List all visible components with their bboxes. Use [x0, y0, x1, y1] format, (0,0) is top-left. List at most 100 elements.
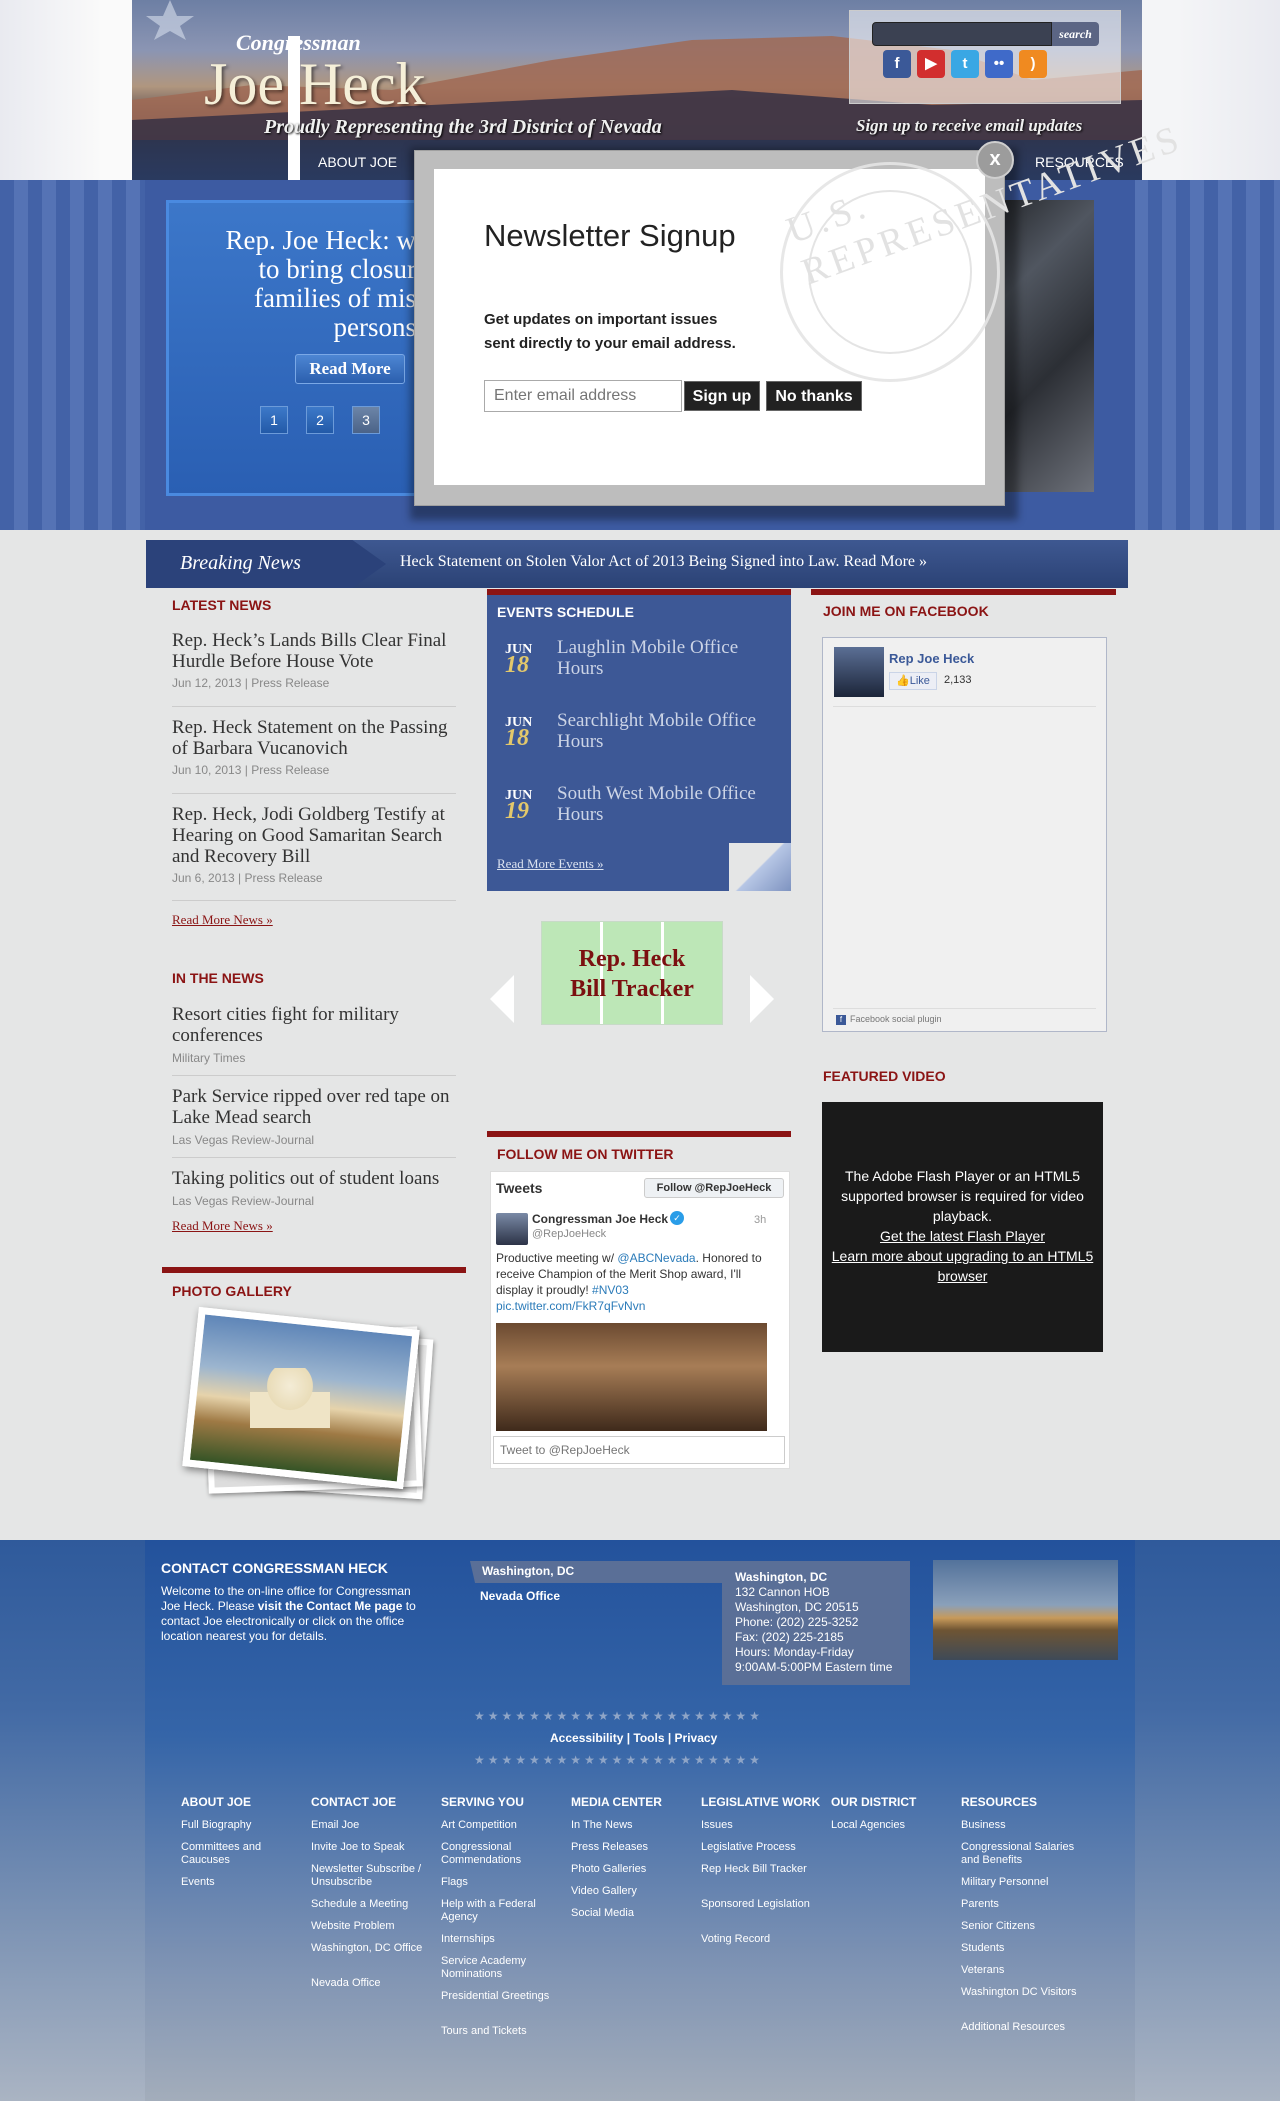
slide-page-1[interactable]: 1 [260, 406, 288, 434]
privacy-link[interactable]: Privacy [675, 1731, 718, 1745]
tweet-photo[interactable] [496, 1323, 767, 1431]
in-the-news-title[interactable]: Taking politics out of student loans [172, 1168, 460, 1189]
tools-link[interactable]: Tools [633, 1731, 664, 1745]
footer-link[interactable]: Email Joe [311, 1819, 431, 1832]
tweet-compose-input[interactable] [493, 1436, 785, 1464]
contact-me-link[interactable]: visit the Contact Me page [258, 1599, 403, 1613]
slide-read-more-button[interactable]: Read More [295, 354, 405, 384]
twitter-follow-button[interactable]: Follow @RepJoeHeck [644, 1178, 784, 1198]
flash-player-link[interactable]: Get the latest Flash Player [826, 1226, 1099, 1246]
footer-link[interactable]: Video Gallery [571, 1885, 691, 1898]
footer-link[interactable]: Military Personnel [961, 1876, 1081, 1889]
slide-title[interactable]: Rep. Joe Heck: w to bring closur familie… [180, 226, 416, 342]
footer-link[interactable]: Congressional Commendations [441, 1841, 561, 1867]
nav-about-joe[interactable]: ABOUT JOE [318, 154, 397, 170]
footer-link[interactable]: Website Problem [311, 1920, 431, 1933]
search-button[interactable]: search [1052, 22, 1099, 46]
email-input[interactable] [484, 380, 682, 412]
footer-link[interactable]: In The News [571, 1819, 691, 1832]
slide-page-2[interactable]: 2 [306, 406, 334, 434]
footer-link[interactable]: Voting Record [701, 1933, 821, 1946]
tweet-time[interactable]: 3h [754, 1214, 766, 1226]
footer-column-heading[interactable]: ABOUT JOE [181, 1795, 251, 1809]
news-item-title[interactable]: Rep. Heck Statement on the Passing of Ba… [172, 717, 460, 759]
carousel-prev-arrow[interactable] [490, 975, 514, 1023]
footer-link[interactable]: Nevada Office [311, 1977, 431, 1990]
footer-column-heading[interactable]: SERVING YOU [441, 1795, 524, 1809]
footer-column-heading[interactable]: LEGISLATIVE WORK [701, 1795, 820, 1809]
flickr-icon[interactable]: •• [985, 50, 1013, 78]
footer-link[interactable]: Sponsored Legislation [701, 1898, 821, 1911]
tweet-handle[interactable]: @RepJoeHeck [532, 1228, 606, 1240]
twitter-avatar[interactable] [496, 1213, 528, 1245]
footer-link[interactable]: Tours and Tickets [441, 2025, 561, 2038]
footer-link[interactable]: Rep Heck Bill Tracker [701, 1863, 821, 1876]
footer-link[interactable]: Press Releases [571, 1841, 691, 1854]
slide-page-3[interactable]: 3 [352, 406, 380, 434]
footer-link[interactable]: Events [181, 1876, 301, 1889]
site-title[interactable]: Joe Heck [204, 50, 426, 119]
footer-link[interactable]: Business [961, 1819, 1081, 1832]
footer-link[interactable]: Social Media [571, 1907, 691, 1920]
latest-news-read-more-link[interactable]: Read More News » [172, 912, 273, 928]
html5-upgrade-link[interactable]: Learn more about upgrading to an HTML5 b… [826, 1246, 1099, 1286]
footer-column-heading[interactable]: OUR DISTRICT [831, 1795, 916, 1809]
events-read-more-link[interactable]: Read More Events » [497, 856, 604, 872]
breaking-news-link[interactable]: Heck Statement on Stolen Valor Act of 20… [400, 553, 927, 571]
footer-link[interactable]: Committees and Caucuses [181, 1841, 301, 1867]
facebook-avatar[interactable] [834, 647, 884, 697]
facebook-icon[interactable]: f [883, 50, 911, 78]
rss-icon[interactable]: ) [1019, 50, 1047, 78]
footer-link[interactable]: Washington DC Visitors [961, 1986, 1081, 1999]
footer-link[interactable]: Newsletter Subscribe / Unsubscribe [311, 1863, 431, 1889]
event-title[interactable]: South West Mobile Office Hours [557, 783, 777, 825]
footer-link[interactable]: Invite Joe to Speak [311, 1841, 431, 1854]
news-item-title[interactable]: Rep. Heck’s Lands Bills Clear Final Hurd… [172, 630, 460, 672]
email-signup-link[interactable]: Sign up to receive email updates [856, 116, 1082, 136]
footer-link[interactable]: Washington, DC Office [311, 1942, 431, 1955]
facebook-plugin-label[interactable]: f Facebook social plugin [836, 1014, 942, 1025]
footer-link[interactable]: Veterans [961, 1964, 1081, 1977]
youtube-icon[interactable]: ▶ [917, 50, 945, 78]
tweet-mention-link[interactable]: @ABCNevada [617, 1251, 695, 1265]
carousel-next-arrow[interactable] [750, 975, 774, 1023]
footer-link[interactable]: Congressional Salaries and Benefits [961, 1841, 1081, 1867]
footer-link[interactable]: Internships [441, 1933, 561, 1946]
signup-button[interactable]: Sign up [684, 381, 760, 411]
in-the-news-title[interactable]: Resort cities fight for military confere… [172, 1004, 460, 1046]
footer-link[interactable]: Photo Galleries [571, 1863, 691, 1876]
footer-link[interactable]: Schedule a Meeting [311, 1898, 431, 1911]
event-title[interactable]: Searchlight Mobile Office Hours [557, 710, 777, 752]
footer-link[interactable]: Students [961, 1942, 1081, 1955]
footer-link[interactable]: Service Academy Nominations [441, 1955, 561, 1981]
footer-link[interactable]: Art Competition [441, 1819, 561, 1832]
office-tab-nevada[interactable]: Nevada Office [480, 1589, 560, 1603]
footer-link[interactable]: Flags [441, 1876, 561, 1889]
no-thanks-button[interactable]: No thanks [766, 381, 862, 411]
in-the-news-read-more-link[interactable]: Read More News » [172, 1218, 273, 1234]
footer-link[interactable]: Additional Resources [961, 2021, 1081, 2034]
footer-link[interactable]: Help with a Federal Agency [441, 1898, 561, 1924]
footer-link[interactable]: Senior Citizens [961, 1920, 1081, 1933]
tweet-pic-link[interactable]: pic.twitter.com/FkR7qFvNvn [496, 1299, 645, 1313]
footer-link[interactable]: Local Agencies [831, 1819, 951, 1832]
twitter-icon[interactable]: t [951, 50, 979, 78]
office-tab-washington[interactable]: Washington, DC [482, 1564, 574, 1578]
facebook-page-name[interactable]: Rep Joe Heck [889, 651, 974, 666]
tweet-author-name[interactable]: Congressman Joe Heck [532, 1212, 668, 1226]
accessibility-link[interactable]: Accessibility [550, 1731, 623, 1745]
tweet-hashtag-link[interactable]: #NV03 [592, 1283, 629, 1297]
footer-link[interactable]: Legislative Process [701, 1841, 821, 1854]
facebook-like-button[interactable]: 👍Like [889, 672, 937, 690]
footer-link[interactable]: Presidential Greetings [441, 1990, 561, 2003]
footer-link[interactable]: Full Biography [181, 1819, 301, 1832]
search-input[interactable] [872, 22, 1052, 46]
event-title[interactable]: Laughlin Mobile Office Hours [557, 637, 777, 679]
footer-link[interactable]: Issues [701, 1819, 821, 1832]
footer-link[interactable]: Parents [961, 1898, 1081, 1911]
footer-column-heading[interactable]: CONTACT JOE [311, 1795, 396, 1809]
footer-column-heading[interactable]: MEDIA CENTER [571, 1795, 662, 1809]
in-the-news-title[interactable]: Park Service ripped over red tape on Lak… [172, 1086, 460, 1128]
footer-column-heading[interactable]: RESOURCES [961, 1795, 1037, 1809]
news-item-title[interactable]: Rep. Heck, Jodi Goldberg Testify at Hear… [172, 804, 460, 867]
